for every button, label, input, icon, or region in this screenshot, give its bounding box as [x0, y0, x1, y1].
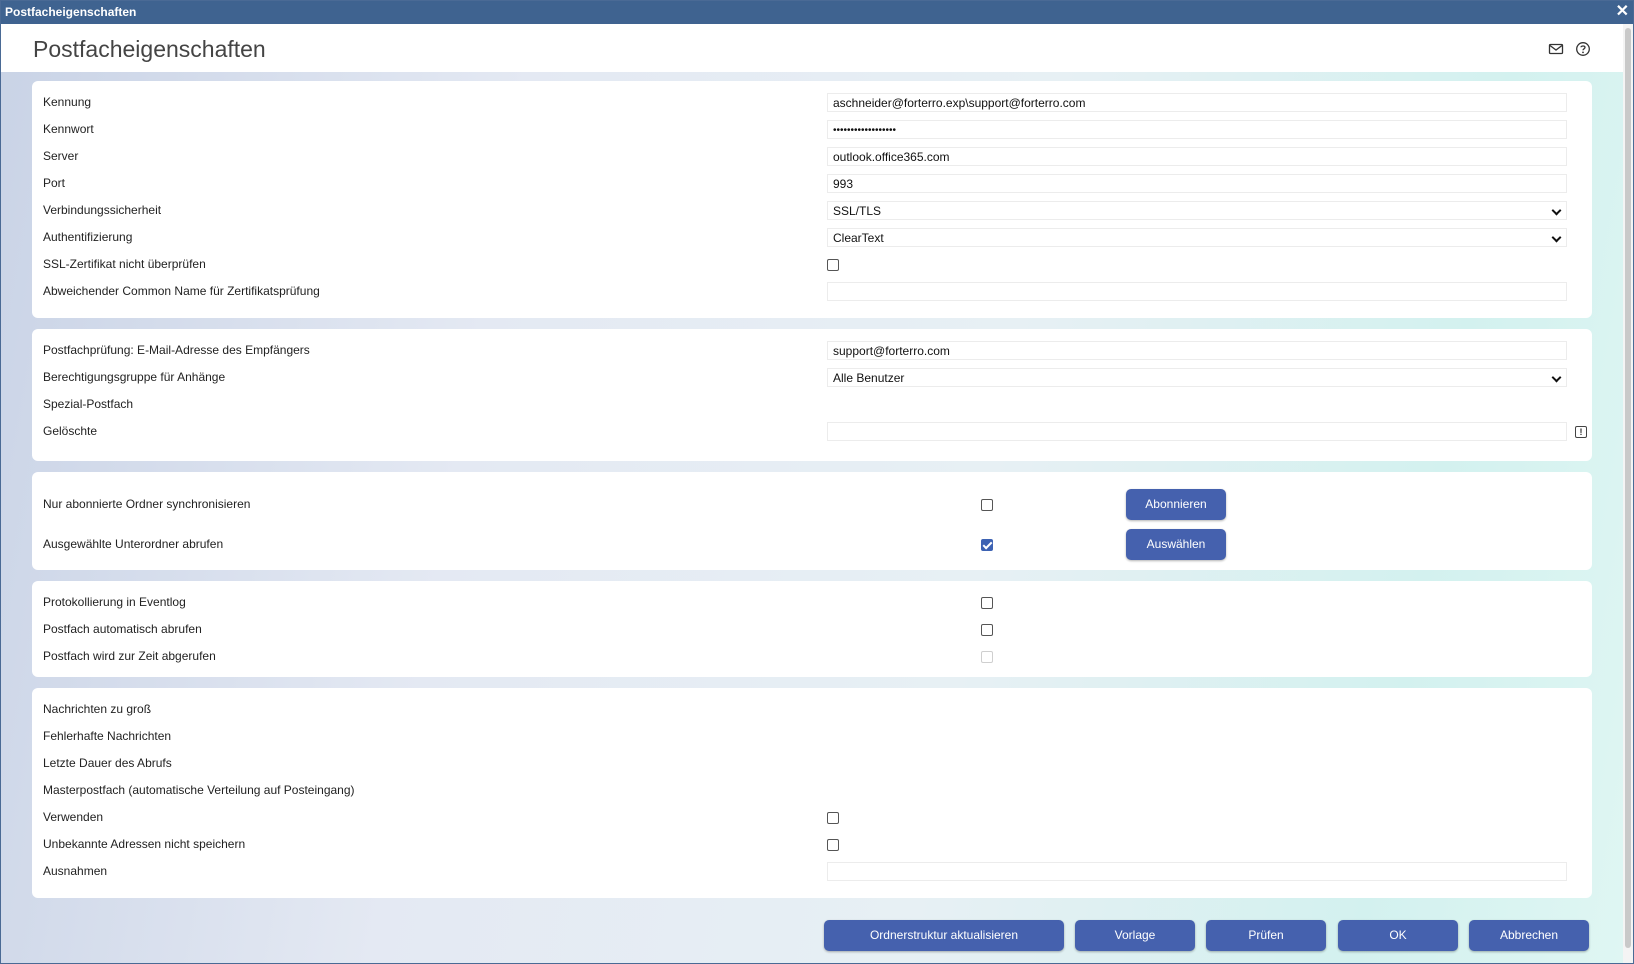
row-verbindung: Verbindungssicherheit SSL/TLS [43, 200, 1583, 222]
geloeschte-input[interactable] [827, 422, 1567, 441]
verwenden-checkbox[interactable] [827, 812, 839, 824]
verbindung-select[interactable]: SSL/TLS [827, 201, 1567, 220]
row-ssl: SSL-Zertifikat nicht überprüfen [43, 254, 1583, 276]
row-kennung: Kennung aschneider@forterro.exp\support@… [43, 92, 1583, 114]
kennwort-label: Kennwort [43, 122, 94, 136]
port-label: Port [43, 176, 66, 190]
row-kennwort: Kennwort •••••••••••••••••• [43, 119, 1583, 141]
auswaehlen-button[interactable]: Auswählen [1126, 529, 1226, 560]
spezial-label: Spezial-Postfach [43, 397, 134, 411]
help-icon[interactable] [1575, 41, 1591, 57]
ssl-checkbox[interactable] [827, 259, 839, 271]
abgerufen-checkbox [981, 651, 993, 663]
page-title: Postfacheigenschaften [33, 36, 266, 62]
server-input[interactable]: outlook.office365.com [827, 147, 1567, 166]
abonnieren-button[interactable]: Abonnieren [1126, 489, 1226, 520]
ausnahmen-input[interactable] [827, 862, 1567, 881]
common-name-label: Abweichender Common Name für Zertifikats… [43, 284, 320, 298]
row-protokoll: Protokollierung in Eventlog [43, 592, 1583, 614]
subscription-card: Nur abonnierte Ordner synchronisieren Ab… [32, 472, 1592, 570]
ausnahmen-label: Ausnahmen [43, 864, 108, 878]
row-geloeschte: Gelöschte ! [43, 421, 1587, 443]
unbekannt-label: Unbekannte Adressen nicht speichern [43, 837, 246, 851]
row-port: Port 993 [43, 173, 1583, 195]
geloeschte-label: Gelöschte [43, 424, 98, 438]
row-ausnahmen: Ausnahmen [43, 861, 1583, 883]
common-name-input[interactable] [827, 282, 1567, 301]
row-zu-gross: Nachrichten zu groß [43, 699, 1583, 721]
row-abonniert: Nur abonnierte Ordner synchronisieren Ab… [43, 489, 1583, 520]
abgerufen-label: Postfach wird zur Zeit abgerufen [43, 649, 216, 663]
unterordner-checkbox[interactable] [981, 539, 993, 551]
pruefen-button[interactable]: Prüfen [1206, 920, 1326, 951]
unterordner-label: Ausgewählte Unterordner abrufen [43, 537, 224, 551]
vorlage-button[interactable]: Vorlage [1075, 920, 1195, 951]
row-unbekannt: Unbekannte Adressen nicht speichern [43, 834, 1583, 856]
protokoll-checkbox[interactable] [981, 597, 993, 609]
kennung-input[interactable]: aschneider@forterro.exp\support@forterro… [827, 93, 1567, 112]
abonniert-checkbox[interactable] [981, 499, 993, 511]
mailbox-check-card: Postfachprüfung: E-Mail-Adresse des Empf… [32, 329, 1592, 461]
dauer-label: Letzte Dauer des Abrufs [43, 756, 172, 770]
row-dauer: Letzte Dauer des Abrufs [43, 753, 1583, 775]
mail-icon[interactable] [1548, 41, 1564, 57]
auth-label: Authentifizierung [43, 230, 133, 244]
empfaenger-input[interactable]: support@forterro.com [827, 341, 1567, 360]
verwenden-label: Verwenden [43, 810, 104, 824]
unbekannt-checkbox[interactable] [827, 839, 839, 851]
row-master: Masterpostfach (automatische Verteilung … [43, 780, 1583, 802]
fehlerhaft-label: Fehlerhafte Nachrichten [43, 729, 172, 743]
server-label: Server [43, 149, 79, 163]
close-icon[interactable]: ✕ [1616, 3, 1629, 21]
master-label: Masterpostfach (automatische Verteilung … [43, 783, 355, 797]
ssl-label: SSL-Zertifikat nicht überprüfen [43, 257, 206, 271]
protokoll-label: Protokollierung in Eventlog [43, 595, 186, 609]
row-spezial: Spezial-Postfach [43, 394, 1583, 416]
automatisch-checkbox[interactable] [981, 624, 993, 636]
auth-select[interactable]: ClearText [827, 228, 1567, 247]
zu-gross-label: Nachrichten zu groß [43, 702, 152, 716]
row-automatisch: Postfach automatisch abrufen [43, 619, 1583, 641]
dialog-content: Postfacheigenschaften Kennung aschneider… [1, 24, 1623, 963]
automatisch-label: Postfach automatisch abrufen [43, 622, 202, 636]
messages-card: Nachrichten zu groß Fehlerhafte Nachrich… [32, 688, 1592, 898]
title-bar: Postfacheigenschaften ✕ [1, 1, 1633, 24]
empfaenger-label: Postfachprüfung: E-Mail-Adresse des Empf… [43, 343, 310, 357]
verbindung-label: Verbindungssicherheit [43, 203, 162, 217]
connection-card: Kennung aschneider@forterro.exp\support@… [32, 81, 1592, 318]
row-verwenden: Verwenden [43, 807, 1583, 829]
row-empfaenger: Postfachprüfung: E-Mail-Adresse des Empf… [43, 340, 1583, 362]
folder-picker-icon[interactable]: ! [1575, 426, 1587, 438]
logging-card: Protokollierung in Eventlog Postfach aut… [32, 581, 1592, 677]
row-common-name: Abweichender Common Name für Zertifikats… [43, 281, 1583, 303]
ok-button[interactable]: OK [1338, 920, 1458, 951]
ordnerstruktur-button[interactable]: Ordnerstruktur aktualisieren [824, 920, 1064, 951]
kennwort-input[interactable]: •••••••••••••••••• [827, 120, 1567, 139]
row-gruppe: Berechtigungsgruppe für Anhänge Alle Ben… [43, 367, 1583, 389]
dialog-window: Postfacheigenschaften ✕ Postfacheigensch… [0, 0, 1634, 964]
port-input[interactable]: 993 [827, 174, 1567, 193]
row-auth: Authentifizierung ClearText [43, 227, 1583, 249]
gruppe-label: Berechtigungsgruppe für Anhänge [43, 370, 226, 384]
abonniert-label: Nur abonnierte Ordner synchronisieren [43, 497, 251, 511]
row-fehlerhaft: Fehlerhafte Nachrichten [43, 726, 1583, 748]
scrollbar-thumb[interactable] [1625, 28, 1631, 948]
row-unterordner: Ausgewählte Unterordner abrufen Auswähle… [43, 529, 1583, 560]
kennung-label: Kennung [43, 95, 92, 109]
abbrechen-button[interactable]: Abbrechen [1469, 920, 1589, 951]
row-abgerufen: Postfach wird zur Zeit abgerufen [43, 646, 1583, 668]
page-header: Postfacheigenschaften [1, 24, 1623, 72]
vertical-scrollbar[interactable] [1623, 24, 1633, 963]
window-title: Postfacheigenschaften [5, 5, 137, 19]
gruppe-select[interactable]: Alle Benutzer [827, 368, 1567, 387]
row-server: Server outlook.office365.com [43, 146, 1583, 168]
